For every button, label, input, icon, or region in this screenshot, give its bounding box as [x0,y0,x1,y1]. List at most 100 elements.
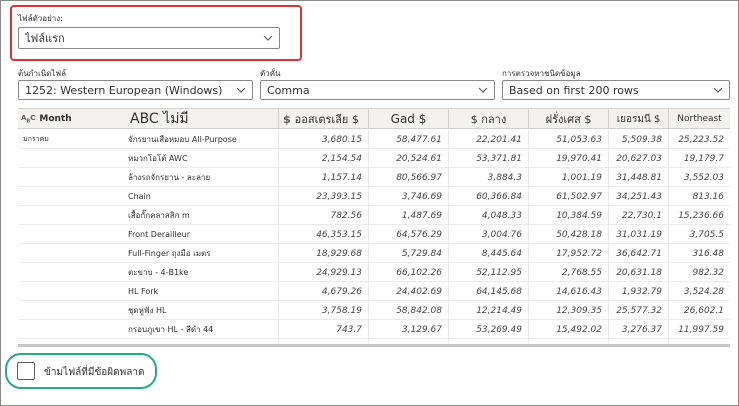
cell-australia: 23,393.15 [278,187,368,206]
column-header-label: Gad $ [390,112,427,126]
cell-france: 19,970.41 [528,149,608,168]
cell-month [18,187,123,206]
delimiter-label: ตัวคั่น [260,69,281,78]
cell-product: HL Fork [128,287,159,296]
cell-gad: 5,729.84 [368,244,448,263]
cell-australia: 46,353.15 [278,225,368,244]
cell-northeast: 3,524.28 [668,282,730,301]
column-header-month[interactable]: ABC Month [21,109,121,129]
cell-product: จักรยานเสือหมอบ All-Purpose [128,135,237,144]
column-header-germany[interactable]: เยอรมนี $ [608,109,668,129]
sample-file-dropdown[interactable]: ไฟล์แรก [18,27,280,49]
data-type-detection-label: การตรวจหาชนิดข้อมูล [502,69,581,78]
cell-central: 3,004.76 [448,225,528,244]
abc-type-icon: ABC [21,113,36,125]
cell-france: 61,502.97 [528,187,608,206]
cell-gad: 24,402.69 [368,282,448,301]
cell-month [18,168,123,187]
cell-product: ตะขาบ - 4-B1ke [128,268,189,277]
cell-france: 12,309.35 [528,301,608,320]
cell-month [18,282,123,301]
table-row: Full-Finger ถุงมือ เมตร 18,929.68 5,729.84… [18,244,730,263]
cell-central: 3,884.3 [448,168,528,187]
chevron-down-icon [230,87,252,93]
cell-product: หมวกโอโต้ AWC [128,154,188,163]
cell-product: Full-Finger ถุงมือ เมตร [128,249,211,258]
cell-month [18,320,123,339]
cell-australia: 4,679.26 [278,282,368,301]
cell-product: เสื้อกั๊กคลาสสิก m [128,211,190,220]
cell-month [18,225,123,244]
column-header-central[interactable]: $ กลาง [448,109,528,129]
cell-northeast: 19,179.7 [668,149,730,168]
cell-france: 51,053.63 [528,130,608,149]
column-header-product[interactable]: ABC ไม่มี [126,109,276,129]
cell-gad: 3,129.67 [368,320,448,339]
cell-product: Front Derailleur [128,230,190,239]
cell-australia: 743.7 [278,320,368,339]
dollar-icon: $ [283,112,291,126]
cell-month [18,149,123,168]
cell-australia: 3,680.15 [278,130,368,149]
cell-gad: 3,746.69 [368,187,448,206]
cell-northeast: 11,997.59 [668,320,730,339]
data-type-detection-dropdown[interactable]: Based on first 200 rows [502,80,730,100]
column-header-france[interactable]: ฝรั่งเศส $ [528,109,608,129]
cell-germany: 31,031.19 [608,225,668,244]
column-header-label: Northeast [677,114,722,124]
table-row: ชุดหูฟัง HL 3,758.19 58,842.08 12,214.49 12,… [18,301,730,320]
cell-germany: 1,932.79 [608,282,668,301]
cell-france: 15,492.02 [528,320,608,339]
cell-northeast: 26,602.1 [668,301,730,320]
cell-product: ชุดหูฟัง HL [128,306,167,315]
chevron-down-icon [707,87,729,93]
column-header-label: เยอรมนี $ [616,113,661,125]
cell-france: 14,616.43 [528,282,608,301]
table-row: หมวกโอโต้ AWC 2,154.54 20,524.61 53,371.81 1… [18,149,730,168]
cell-germany: 3,276.37 [608,320,668,339]
cell-central: 12,214.49 [448,301,528,320]
cell-month [18,301,123,320]
cell-germany: 36,642.71 [608,244,668,263]
column-header-gad[interactable]: Gad $ [368,109,448,129]
chevron-down-icon [257,35,279,41]
delimiter-value: Comma [267,83,310,97]
cell-germany: 20,631.18 [608,263,668,282]
cell-product: Chain [128,192,151,201]
delimiter-dropdown[interactable]: Comma [260,80,495,100]
cell-australia: 1,157.14 [278,168,368,187]
cell-australia: 2,154.54 [278,149,368,168]
table-row: HL Fork 4,679.26 24,402.69 64,145.68 14,616.… [18,282,730,301]
cell-gad: 20,524.61 [368,149,448,168]
cell-gad: 1,487.69 [368,206,448,225]
column-header-label: ออสเตรเลีย $ [294,113,359,126]
cell-germany: 5,509.38 [608,130,668,149]
cell-germany: 25,577.32 [608,301,668,320]
table-row: ตะขาบ - 4-B1ke 24,929.13 66,102.26 52,112.9… [18,263,730,282]
file-origin-dropdown[interactable]: 1252: Western European (Windows) [18,80,253,100]
cell-gad: 64,576.29 [368,225,448,244]
cell-northeast: 3,552.03 [668,168,730,187]
cell-central: 60,366.84 [448,187,528,206]
cell-australia: 782.56 [278,206,368,225]
cell-germany: 20,627.03 [608,149,668,168]
cell-central: 64,145.68 [448,282,528,301]
sample-file-label: ไฟล์ตัวอย่าง: [18,14,63,23]
file-origin-value: 1252: Western European (Windows) [25,83,223,97]
cell-germany: 31,448.81 [608,168,668,187]
cell-month [18,263,123,282]
column-header-label: ฝรั่งเศส $ [545,113,592,126]
column-header-australia[interactable]: $ ออสเตรเลีย $ [278,109,368,129]
cell-product: ล้างรถจักรยาน - ละลาย [128,173,211,182]
column-header-northeast[interactable]: Northeast [668,109,730,129]
cell-central: 8,445.64 [448,244,528,263]
cell-northeast: 3,705.5 [668,225,730,244]
cell-month [18,244,123,263]
sample-file-value: ไฟล์แรก [25,32,65,45]
skip-errors-checkbox[interactable] [17,362,35,380]
horizontal-scrollbar[interactable] [18,344,730,347]
column-header-label: $ กลาง [470,113,507,126]
cell-france: 10,384.59 [528,206,608,225]
table-row: เสื้อกั๊กคลาสสิก m 782.56 1,487.69 4,048.33… [18,206,730,225]
cell-australia: 18,929.68 [278,244,368,263]
